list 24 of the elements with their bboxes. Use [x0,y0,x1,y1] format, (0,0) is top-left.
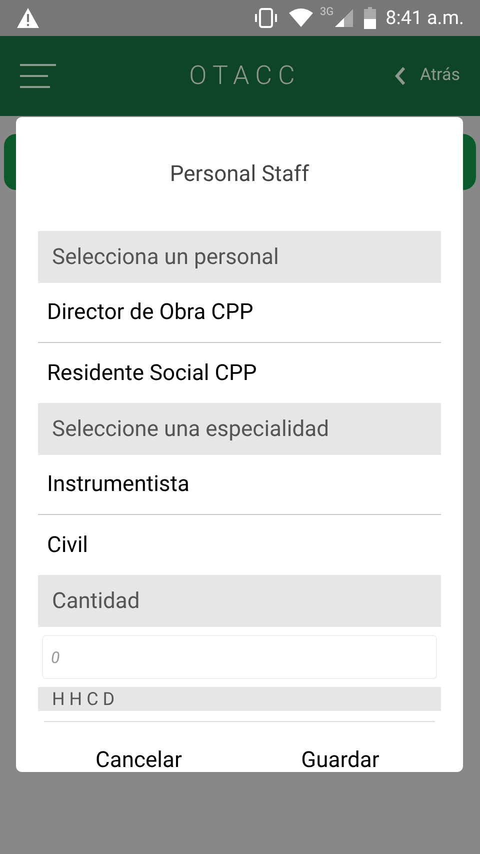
list-option[interactable]: Civil [38,515,441,575]
wifi-icon [288,8,314,28]
battery-icon [364,7,376,29]
back-button[interactable]: Atrás [394,63,460,89]
list-option[interactable]: Residente Social CPP [38,343,441,403]
network-type: 3G [320,4,334,20]
logo: OTACC [189,60,301,92]
dialog-button[interactable]: Cancelar [38,740,240,780]
dialog-button[interactable]: Guardar [240,740,441,780]
warning-icon [16,7,40,29]
round-button-edge [463,134,476,190]
quantity-field[interactable]: 0 [42,635,437,679]
section-header: Seleccione una especialidad [38,403,441,455]
menu-icon[interactable] [20,64,56,88]
round-button-edge [4,134,16,190]
section-header: H H C D [38,687,441,711]
signal-icon [334,8,354,28]
section-header: Selecciona un personal [38,231,441,283]
section-header: Cantidad [38,575,441,627]
chevron-left-icon [394,66,406,86]
dialog-title: Personal Staff [168,161,310,189]
clock: 8:41 a.m. [386,4,464,31]
list-option[interactable]: Instrumentista [38,455,441,515]
list-option[interactable]: Director de Obra CPP [38,283,441,343]
